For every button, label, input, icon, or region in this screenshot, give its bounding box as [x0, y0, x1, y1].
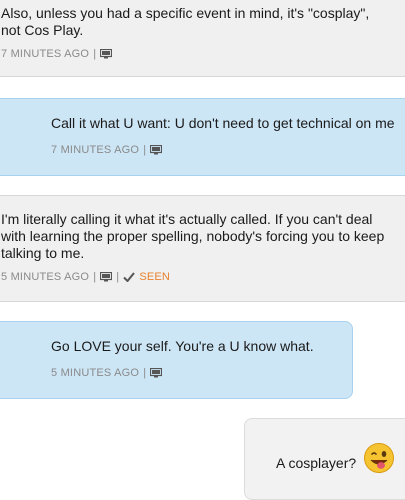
monitor-icon — [100, 271, 113, 282]
message-text-line: not Cos Play. — [1, 22, 84, 38]
meta-separator: | — [143, 144, 147, 156]
winking-tongue-emoji — [363, 442, 395, 479]
message-text-line: with learning the proper spelling, nobod… — [1, 228, 385, 244]
meta-separator: | — [116, 271, 120, 283]
divider — [0, 301, 405, 302]
message-timestamp: 7 MINUTES AGO — [51, 144, 140, 156]
seen-status: SEEN — [139, 271, 171, 283]
check-icon — [123, 272, 136, 283]
message-row: I'm literally calling it what it's actua… — [0, 196, 405, 301]
message-bubble: A cosplayer? — [244, 418, 405, 500]
message-meta: 5 MINUTES AGO | — [51, 367, 163, 379]
message-timestamp: 5 MINUTES AGO — [1, 271, 90, 283]
message-timestamp: 5 MINUTES AGO — [51, 367, 140, 379]
message-row: Also, unless you had a specific event in… — [0, 0, 405, 76]
message-text: Go LOVE your self. You're a U know what. — [51, 338, 314, 354]
monitor-icon — [150, 144, 163, 155]
message-meta: 5 MINUTES AGO | | SEEN — [1, 271, 170, 283]
message-text-line: talking to me. — [1, 245, 85, 261]
message-meta: 7 MINUTES AGO | — [51, 144, 163, 156]
message-bubble: Go LOVE your self. You're a U know what.… — [0, 321, 353, 399]
divider — [0, 76, 405, 77]
message-text-line: Also, unless you had a specific event in… — [1, 5, 370, 21]
message-text-line: I'm literally calling it what it's actua… — [1, 211, 373, 227]
message-meta: 7 MINUTES AGO | — [1, 48, 113, 60]
message-timestamp: 7 MINUTES AGO — [1, 48, 90, 60]
meta-separator: | — [93, 48, 97, 60]
meta-separator: | — [93, 271, 97, 283]
meta-separator: | — [143, 367, 147, 379]
message-text: A cosplayer? — [276, 455, 357, 471]
message-text: Call it what U want: U don't need to get… — [51, 115, 395, 131]
monitor-icon — [150, 367, 163, 378]
message-bubble: Call it what U want: U don't need to get… — [0, 98, 405, 176]
monitor-icon — [100, 48, 113, 59]
